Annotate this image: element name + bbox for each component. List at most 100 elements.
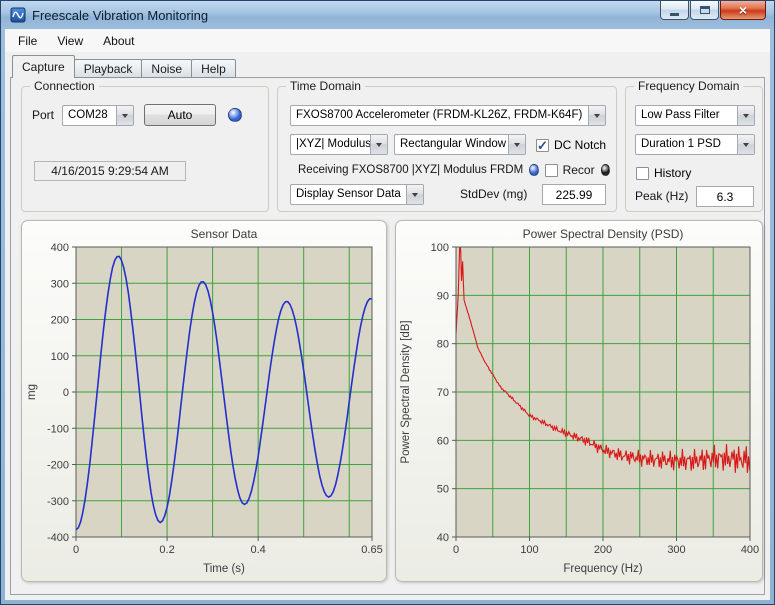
svg-text:300: 300	[51, 278, 69, 290]
menu-bar: File View About	[5, 29, 770, 52]
svg-text:100: 100	[520, 544, 538, 556]
sensor-chart: 0 0.2 0.4 0.65 -400 -300 -200 -100 0 100 200 300 400…	[21, 220, 387, 582]
rx-status-led	[529, 164, 539, 176]
stddev-value: 225.99	[542, 184, 606, 205]
auto-button[interactable]: Auto	[144, 104, 216, 126]
tab-playback-label: Playback	[83, 61, 133, 76]
svg-text:Power Spectral Density (PSD): Power Spectral Density (PSD)	[523, 227, 684, 241]
chevron-down-icon	[588, 106, 605, 125]
menu-item-about[interactable]: About	[93, 31, 144, 51]
maximize-button[interactable]	[690, 1, 719, 20]
history-checkbox[interactable]: History	[636, 165, 691, 181]
svg-text:40: 40	[437, 532, 449, 544]
menu-item-view[interactable]: View	[47, 31, 93, 51]
svg-text:60: 60	[437, 435, 449, 447]
svg-text:400: 400	[51, 242, 69, 254]
sensor-select-value: FXOS8700 Accelerometer (FRDM-KL26Z, FRDM…	[296, 109, 583, 121]
svg-text:200: 200	[594, 544, 612, 556]
svg-text:0.4: 0.4	[251, 544, 266, 556]
filter-select[interactable]: Low Pass Filter	[635, 105, 755, 126]
app-window: Freescale Vibration Monitoring × File Vi…	[0, 0, 775, 605]
timestamp-display: 4/16/2015 9:29:54 AM	[34, 161, 186, 181]
tab-noise-label: Noise	[151, 61, 183, 76]
chevron-down-icon	[737, 106, 754, 125]
tab-help[interactable]: Help	[191, 59, 236, 78]
minimize-button[interactable]	[660, 1, 689, 20]
tab-capture-label: Capture	[22, 60, 65, 74]
psd-chart: 0 100 200 300 400 40 50 60 70 80 90 100 Power Spectr…	[395, 220, 763, 582]
svg-text:-300: -300	[47, 496, 69, 508]
dc-notch-checkbox-box: ✓	[536, 137, 549, 153]
svg-text:50: 50	[437, 484, 449, 496]
close-icon: ×	[738, 2, 748, 18]
svg-text:200: 200	[51, 315, 69, 327]
svg-text:0: 0	[63, 387, 69, 399]
close-button[interactable]: ×	[720, 1, 766, 20]
time-domain-groupbox: Time Domain FXOS8700 Accelerometer (FRDM…	[277, 79, 617, 212]
svg-text:80: 80	[437, 339, 449, 351]
chevron-down-icon	[508, 135, 525, 154]
svg-text:Sensor Data: Sensor Data	[191, 227, 258, 241]
svg-text:90: 90	[437, 290, 449, 302]
tab-strip: Capture Playback Noise Help	[12, 55, 236, 78]
svg-text:100: 100	[431, 242, 449, 254]
sensor-select[interactable]: FXOS8700 Accelerometer (FRDM-KL26Z, FRDM…	[290, 105, 606, 126]
svg-text:mg: mg	[26, 384, 38, 400]
minimize-icon	[670, 12, 679, 16]
duration-select-value: Duration 1 PSD	[641, 138, 721, 150]
app-icon[interactable]	[10, 7, 26, 23]
svg-text:-100: -100	[47, 423, 69, 435]
peak-label: Peak (Hz)	[635, 189, 689, 203]
record-checkbox[interactable]: Recor	[544, 162, 595, 178]
window-select-value: Rectangular Window	[400, 138, 507, 150]
port-select[interactable]: COM28	[62, 105, 134, 126]
connection-groupbox-title: Connection	[30, 79, 99, 93]
dc-notch-checkbox[interactable]: ✓ DC Notch	[536, 137, 606, 153]
svg-text:400: 400	[741, 544, 759, 556]
receiving-status-row: Receiving FXOS8700 |XYZ| Modulus FRDM Re…	[298, 161, 610, 179]
connection-groupbox: Connection Port COM28 Auto 4/16/2015 9:2…	[21, 79, 269, 212]
title-bar[interactable]: Freescale Vibration Monitoring ×	[1, 1, 774, 29]
svg-text:Time (s): Time (s)	[203, 563, 245, 575]
svg-text:300: 300	[667, 544, 685, 556]
chevron-down-icon	[370, 135, 387, 154]
dc-notch-label: DC Notch	[554, 138, 607, 152]
modulus-select-value: |XYZ| Modulus	[296, 138, 370, 150]
modulus-select[interactable]: |XYZ| Modulus	[290, 134, 388, 155]
peak-value: 6.3	[696, 186, 754, 207]
chevron-down-icon	[116, 106, 133, 125]
receiving-status-text: Receiving FXOS8700 |XYZ| Modulus FRDM	[298, 164, 524, 176]
frequency-domain-groupbox-title: Frequency Domain	[634, 79, 744, 93]
filter-select-value: Low Pass Filter	[641, 109, 720, 121]
maximize-icon	[699, 6, 710, 14]
stddev-label: StdDev (mg)	[460, 187, 528, 201]
svg-text:100: 100	[51, 351, 69, 363]
svg-text:-200: -200	[47, 460, 69, 472]
svg-text:Power Spectral Density [dB]: Power Spectral Density [dB]	[400, 320, 412, 463]
connection-status-led	[228, 108, 242, 122]
window-select[interactable]: Rectangular Window	[394, 134, 526, 155]
record-checkbox-box	[544, 163, 558, 177]
menu-item-file[interactable]: File	[8, 31, 47, 51]
tab-noise[interactable]: Noise	[141, 59, 193, 78]
svg-text:0: 0	[453, 544, 459, 556]
chevron-down-icon	[737, 135, 754, 154]
svg-text:Frequency (Hz): Frequency (Hz)	[563, 563, 642, 575]
tab-capture[interactable]: Capture	[12, 55, 75, 78]
svg-text:0.65: 0.65	[361, 544, 382, 556]
window-title: Freescale Vibration Monitoring	[32, 7, 209, 23]
tab-help-label: Help	[201, 61, 226, 76]
svg-text:70: 70	[437, 387, 449, 399]
frequency-domain-groupbox: Frequency Domain Low Pass Filter Duratio…	[625, 79, 763, 212]
duration-select[interactable]: Duration 1 PSD	[635, 134, 755, 155]
display-mode-select[interactable]: Display Sensor Data	[290, 184, 424, 205]
chevron-down-icon	[406, 185, 423, 204]
window-controls: ×	[660, 1, 766, 20]
record-label: Recor	[562, 163, 595, 177]
tab-playback[interactable]: Playback	[73, 59, 143, 78]
svg-text:0: 0	[73, 544, 79, 556]
port-label: Port	[32, 108, 55, 122]
time-domain-groupbox-title: Time Domain	[286, 79, 365, 93]
history-checkbox-box	[636, 166, 649, 180]
capture-tab-page: Connection Port COM28 Auto 4/16/2015 9:2…	[10, 77, 765, 595]
